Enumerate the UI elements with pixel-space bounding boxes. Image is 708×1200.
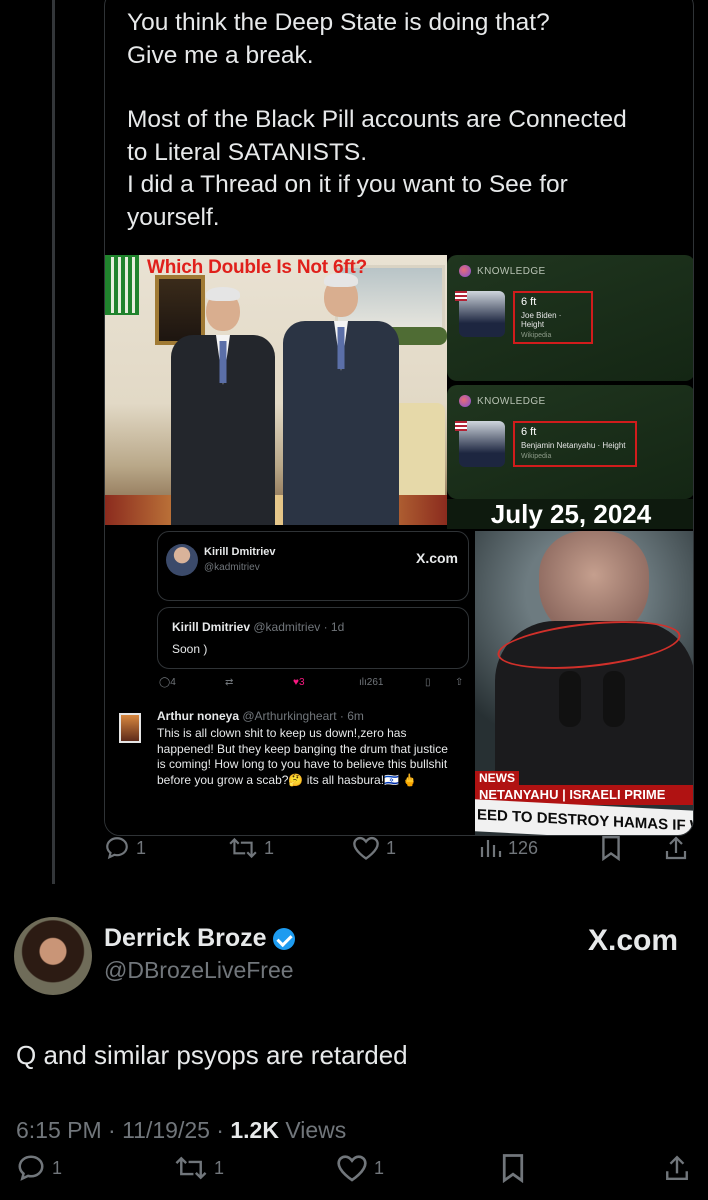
height-subject: Joe Biden · Height [521,311,562,329]
embedded-tweet-screenshot: Kirill Dmitriev @kadmitriev X.com Kirill… [105,531,471,835]
height-box: 6 ft Benjamin Netanyahu · Height Wikiped… [513,421,637,467]
embed-author-name: Kirill Dmitriev [204,546,276,558]
share-button[interactable] [664,1153,690,1183]
avatar [166,544,198,576]
views-button[interactable]: 126 [478,836,538,860]
person-left [171,287,275,525]
repost-count: 1 [264,837,275,858]
share-button[interactable] [664,835,688,861]
like-count: 1 [386,837,397,858]
like-count: 1 [374,1157,385,1178]
knowledge-label: KNOWLEDGE [477,265,546,277]
media-collage[interactable]: Which Double Is Not 6ft? KNOWLEDGE 6 ft … [105,255,693,835]
embed-bookmark-icon: ▯ [425,677,431,688]
author-name-text: Derrick Broze [104,924,267,952]
verified-badge-icon [272,927,295,950]
views-count: 126 [508,837,539,858]
inner-name: Kirill Dmitriev [172,620,251,634]
reply-icon [18,1155,44,1181]
bookmark-button[interactable] [500,1153,526,1183]
microphone [603,671,625,727]
reply-text: This is all clown shit to keep us down!,… [157,726,448,787]
height-subject: Benjamin Netanyahu · Height [521,441,626,450]
reply-handle-time: @Arthurkingheart · 6m [242,709,364,723]
share-icon [665,836,687,860]
author-name[interactable]: Derrick Broze [104,924,295,953]
date-label: July 25, 2024 [447,499,693,529]
reply-button[interactable]: 1 [16,1153,62,1183]
embed-views-icon: ılı 261 [359,677,384,688]
microphone [559,671,581,727]
embed-like-icon: ♥ 3 [293,677,305,688]
embed-reply-icon: ◯ 4 [159,677,176,688]
embed-author-handle: @kadmitriev [204,562,260,573]
height-source: Wikipedia [521,453,552,460]
embed-reply: Arthur noneya @Arthurkingheart · 6m This… [119,707,469,835]
heart-icon [353,836,379,860]
quoted-paragraph-2: Most of the Black Pill accounts are Conn… [127,106,627,231]
inner-text: Soon ) [172,642,208,656]
avatar [119,713,141,743]
avatar[interactable] [14,917,92,995]
repost-count: 1 [214,1157,225,1178]
height-box: 6 ft Joe Biden · Height Wikipedia [513,291,593,344]
bookmark-icon [602,835,620,861]
height-source: Wikipedia [521,332,552,339]
photo-caption: Which Double Is Not 6ft? [147,257,368,278]
knowledge-icon [459,265,471,277]
share-icon [666,1155,688,1181]
views-label: Views [278,1117,347,1143]
news-screenshot: NEWS NETANYAHU | ISRAELI PRIME EED TO DE… [475,531,693,835]
site-logo: X.com [587,924,678,957]
knowledge-icon [459,395,471,407]
oval-office-photo[interactable]: Which Double Is Not 6ft? [105,255,447,525]
quoted-tweet-text: You think the Deep State is doing that? … [127,7,677,234]
height-value: 6 ft [521,296,537,308]
knowledge-label: KNOWLEDGE [477,395,546,407]
quoted-paragraph-1: You think the Deep State is doing that? … [127,9,550,69]
news-tag: NEWS [475,771,519,785]
reply-count: 1 [136,837,147,858]
tweet-meta: 6:15 PM · 11/19/25 · 1.2K Views [16,1117,346,1144]
repost-button[interactable]: 1 [228,835,274,861]
reply-count: 1 [52,1157,63,1178]
netanyahu-thumbnail [455,421,505,467]
embed-repost-icon: ⇄ [225,677,234,688]
qr-code [105,255,139,315]
person-right [283,273,399,525]
knowledge-card-netanyahu: KNOWLEDGE 6 ft Benjamin Netanyahu · Heig… [447,385,693,499]
repost-button[interactable]: 1 [174,1153,224,1183]
thread-line [52,0,55,884]
author-handle[interactable]: @DBrozeLiveFree [104,957,294,984]
embed-inner-tweet: Kirill Dmitriev @kadmitriev · 1d Soon ) [157,607,469,669]
embed-actions: ◯ 4 ⇄ ♥ 3 ılı 261 ▯ ⇧ [159,677,465,693]
embed-share-icon: ⇧ [455,677,464,688]
quoted-tweet-card[interactable]: You think the Deep State is doing that? … [104,0,694,836]
tweet-text: Q and similar psyops are retarded [16,1040,408,1070]
biden-thumbnail [455,291,505,337]
reply-button[interactable]: 1 [104,835,146,861]
embed-site-label: X.com [415,550,458,566]
like-button[interactable]: 1 [352,835,396,861]
reply-icon [106,837,128,860]
repost-icon [229,837,257,859]
bookmark-button[interactable] [600,835,622,861]
repost-icon [175,1156,207,1180]
reply-name: Arthur noneya [157,709,240,723]
tweet-timestamp[interactable]: 6:15 PM · 11/19/25 · [16,1117,230,1143]
views-count: 1.2K [230,1117,279,1143]
heart-icon [337,1155,367,1182]
views-icon [480,840,502,857]
bookmark-icon [502,1154,524,1183]
embed-author-card: Kirill Dmitriev @kadmitriev X.com [157,531,469,601]
height-value: 6 ft [521,426,537,438]
like-button[interactable]: 1 [336,1153,384,1183]
knowledge-card-biden: KNOWLEDGE 6 ft Joe Biden · Height Wikipe… [447,255,693,381]
inner-handle-time: @kadmitriev · 1d [253,620,345,634]
